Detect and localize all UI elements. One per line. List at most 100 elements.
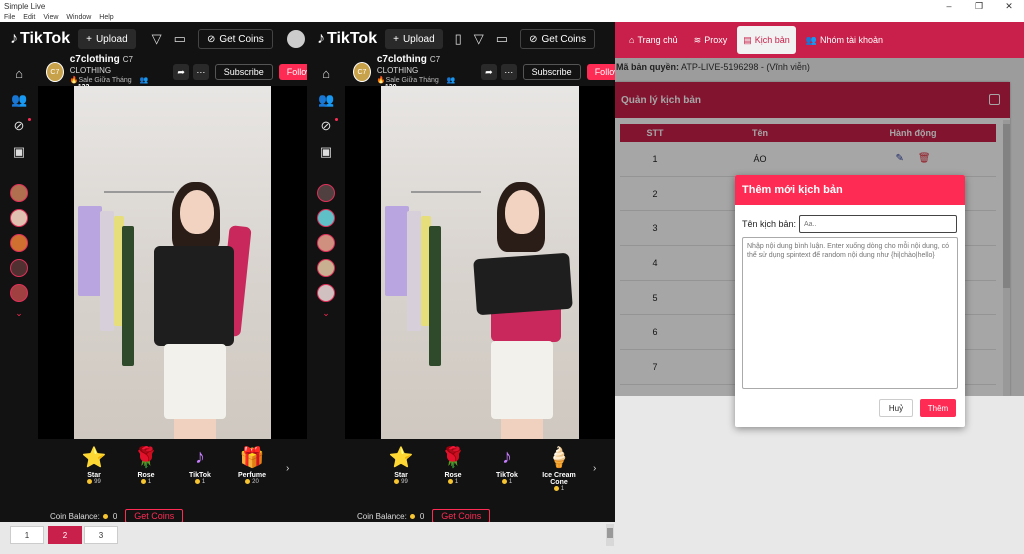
filter-icon[interactable]: ▽ xyxy=(152,31,162,47)
live-video[interactable] xyxy=(345,86,615,439)
followed-avatar[interactable] xyxy=(10,259,28,277)
nav-home[interactable]: ⌂ Trang chủ xyxy=(623,26,684,54)
minimize-icon[interactable]: – xyxy=(934,1,964,12)
maximize-icon[interactable]: ❐ xyxy=(964,1,994,12)
message-icon[interactable]: ▭ xyxy=(174,31,186,47)
pane-pager: 1 2 3 xyxy=(0,522,615,554)
live-icon[interactable]: ▣ xyxy=(318,144,334,160)
gift-tiktok[interactable]: ♪ TikTok 1 xyxy=(487,445,527,486)
message-icon[interactable]: ▭ xyxy=(496,31,508,47)
pager-scrollbar[interactable] xyxy=(606,524,614,546)
host-face xyxy=(505,190,539,234)
perfume-gift-icon: 🎁 xyxy=(239,446,265,469)
coin-balance: Coin Balance: 0 Get Coins xyxy=(357,509,491,522)
users-icon: 👥 xyxy=(805,34,817,45)
wifi-icon: ≋ xyxy=(693,34,702,45)
menu-bar: File Edit View Window Help xyxy=(0,12,1024,22)
script-icon: ▤ xyxy=(743,34,752,45)
home-icon[interactable]: ⌂ xyxy=(318,66,334,81)
filter-icon[interactable]: ▽ xyxy=(474,31,484,47)
gift-bar: ⭐ Star 99 🌹 Rose 1 ♪ TikTok 1 🍦 Ice Cream Cone 1… xyxy=(345,439,615,522)
followed-avatar[interactable] xyxy=(10,184,28,202)
tiktok-logo[interactable]: ♪ TikTok xyxy=(10,30,70,48)
followed-avatar[interactable] xyxy=(317,234,335,252)
host-avatar[interactable]: C7 xyxy=(353,62,371,82)
subscribe-button[interactable]: Subscribe xyxy=(214,64,273,80)
page-button-2[interactable]: 2 xyxy=(48,526,82,544)
upload-button[interactable]: + Upload xyxy=(78,29,136,49)
tiktok-logo[interactable]: ♪ TikTok xyxy=(317,30,377,48)
gift-rose[interactable]: 🌹 Rose 1 xyxy=(433,445,473,486)
window-title: Simple Live xyxy=(4,1,46,11)
gift-bar: ⭐ Star 99 🌹 Rose 1 ♪ TikTok 1 🎁 Perfume 20 › Coi… xyxy=(38,439,307,522)
follow-button[interactable]: Follow xyxy=(586,64,615,80)
script-content-textarea[interactable] xyxy=(742,237,958,389)
cancel-button[interactable]: Huỷ xyxy=(879,399,913,417)
tiktok-header: ♪ TikTok + Upload ▯ ▽ ▭ ⊘ Get Coins xyxy=(307,22,615,56)
get-coins-button[interactable]: ⊘ Get Coins xyxy=(520,29,595,49)
live-icon[interactable]: ▣ xyxy=(11,144,27,160)
followed-avatar[interactable] xyxy=(317,259,335,277)
followed-avatar[interactable] xyxy=(317,284,335,302)
friends-icon[interactable]: 👥 xyxy=(11,92,27,108)
menu-help[interactable]: Help xyxy=(99,14,113,21)
device-icon[interactable]: ▯ xyxy=(455,31,462,47)
friends-icon[interactable]: 👥 xyxy=(318,92,334,108)
menu-edit[interactable]: Edit xyxy=(23,14,35,21)
coin-icon xyxy=(140,479,146,484)
nav-account-groups[interactable]: 👥 Nhóm tài khoản xyxy=(800,26,889,54)
tiktok-sidebar: ⌂ 👥 ⊘ ▣ ⌄ xyxy=(307,56,345,522)
nav-proxy[interactable]: ≋ Proxy xyxy=(688,26,734,54)
more-icon[interactable]: ⋯ xyxy=(192,64,209,80)
gift-rose[interactable]: 🌹 Rose 1 xyxy=(126,445,166,486)
page-button-3[interactable]: 3 xyxy=(84,526,118,544)
balance-get-coins-button[interactable]: Get Coins xyxy=(125,509,184,522)
gift-tiktok[interactable]: ♪ TikTok 1 xyxy=(180,445,220,486)
explore-icon[interactable]: ⊘ xyxy=(318,118,334,134)
coin-balance: Coin Balance: 0 Get Coins xyxy=(50,509,184,522)
followed-avatar[interactable] xyxy=(10,284,28,302)
gift-star[interactable]: ⭐ Star 99 xyxy=(381,445,421,486)
live-title: Sale Giữa Tháng xyxy=(385,76,439,84)
tiktok-gift-icon: ♪ xyxy=(502,445,512,468)
close-icon[interactable]: ✕ xyxy=(994,1,1024,12)
gift-star[interactable]: ⭐ Star 99 xyxy=(74,445,114,486)
host-username[interactable]: c7clothing xyxy=(70,54,120,65)
gift-ice-cream[interactable]: 🍦 Ice Cream Cone 1 xyxy=(533,445,585,493)
chevron-right-icon[interactable]: › xyxy=(593,463,596,474)
live-video[interactable] xyxy=(38,86,307,439)
script-name-input[interactable] xyxy=(799,215,957,233)
nav-script[interactable]: ▤ Kịch bản xyxy=(737,26,796,54)
home-icon[interactable]: ⌂ xyxy=(11,66,27,81)
get-coins-button[interactable]: ⊘ Get Coins xyxy=(197,29,273,49)
chevron-right-icon[interactable]: › xyxy=(286,463,289,474)
followed-avatar[interactable] xyxy=(317,184,335,202)
more-icon[interactable]: ⋯ xyxy=(500,64,517,80)
upload-button[interactable]: + Upload xyxy=(385,29,443,49)
followed-avatar[interactable] xyxy=(317,209,335,227)
menu-view[interactable]: View xyxy=(43,14,58,21)
share-icon[interactable]: ➦ xyxy=(173,64,189,80)
chevron-down-icon[interactable]: ⌄ xyxy=(318,308,334,319)
star-gift-icon: ⭐ xyxy=(81,446,107,469)
host-avatar[interactable]: C7 xyxy=(46,62,64,82)
coin-icon xyxy=(409,513,415,519)
profile-avatar[interactable] xyxy=(286,30,305,48)
follow-button[interactable]: Follow xyxy=(278,64,307,80)
page-button-1[interactable]: 1 xyxy=(10,526,44,544)
coin-icon xyxy=(447,479,453,484)
coin-icon xyxy=(501,479,507,484)
subscribe-button[interactable]: Subscribe xyxy=(522,64,581,80)
balance-get-coins-button[interactable]: Get Coins xyxy=(432,509,491,522)
followed-avatar[interactable] xyxy=(10,234,28,252)
add-button[interactable]: Thêm xyxy=(920,399,956,417)
share-icon[interactable]: ➦ xyxy=(480,64,497,80)
gift-perfume[interactable]: 🎁 Perfume 20 xyxy=(232,445,272,486)
menu-file[interactable]: File xyxy=(4,14,15,21)
plus-icon: + xyxy=(393,33,399,45)
menu-window[interactable]: Window xyxy=(66,14,91,21)
explore-icon[interactable]: ⊘ xyxy=(11,118,27,134)
chevron-down-icon[interactable]: ⌄ xyxy=(11,308,27,319)
host-username[interactable]: c7clothing xyxy=(377,54,427,65)
followed-avatar[interactable] xyxy=(10,209,28,227)
